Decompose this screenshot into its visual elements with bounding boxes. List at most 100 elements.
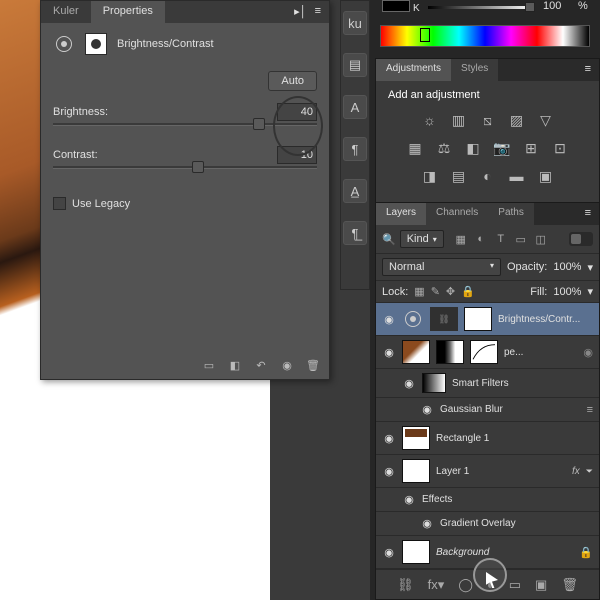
adj-levels-icon[interactable]: ▥ — [449, 111, 469, 129]
tab-adjustments[interactable]: Adjustments — [376, 59, 451, 81]
adj-vibrance-icon[interactable]: ▽ — [536, 111, 556, 129]
k-value[interactable]: 100 — [543, 0, 573, 12]
lock-move-icon[interactable]: ✥ — [446, 285, 455, 298]
layer-brightness-contrast[interactable]: ⛓ Brightness/Contr... — [376, 303, 599, 336]
fg-swatch[interactable] — [382, 0, 410, 12]
adj-bw-icon[interactable]: ◧ — [463, 139, 483, 157]
adj-exposure-icon[interactable]: ▨ — [507, 111, 527, 129]
fx-badge[interactable]: fx — [572, 466, 580, 477]
lock-all-icon[interactable]: 🔒 — [461, 285, 475, 298]
link-icon[interactable]: ⛓ — [430, 307, 458, 331]
k-slider[interactable] — [428, 6, 532, 9]
adj-mixer-icon[interactable]: ⊞ — [521, 139, 541, 157]
tool-kuler-icon[interactable]: ku — [343, 11, 367, 35]
panel-menu-icon[interactable]: ≡ — [315, 5, 321, 19]
lock-brush-icon[interactable]: ✎ — [431, 285, 440, 298]
layer-background[interactable]: Background 🔒 — [376, 536, 599, 569]
contrast-input[interactable] — [277, 146, 317, 164]
tab-kuler[interactable]: Kuler — [41, 1, 91, 23]
eye-icon[interactable] — [382, 545, 396, 559]
opacity-chevron-icon[interactable]: ▾ — [587, 261, 593, 274]
filter-adj-icon[interactable]: ◐ — [474, 232, 488, 246]
fx-chevron-icon[interactable]: ⏷ — [586, 466, 593, 477]
eye-icon[interactable] — [382, 431, 396, 445]
filter-shape-icon[interactable]: ▭ — [514, 232, 528, 246]
adjustment-add-icon[interactable]: ◐ — [487, 577, 495, 592]
filter-toggle[interactable] — [569, 232, 593, 246]
fill-value[interactable]: 100% — [553, 286, 581, 298]
layer-label[interactable]: Rectangle 1 — [436, 433, 593, 444]
contrast-slider[interactable] — [53, 166, 317, 169]
layer-gradient-overlay[interactable]: Gradient Overlay — [376, 512, 599, 536]
adj-hue-icon[interactable]: ▦ — [405, 139, 425, 157]
eye-icon[interactable] — [382, 345, 396, 359]
layer-label[interactable]: Effects — [422, 494, 593, 505]
tool-char-icon[interactable]: A — [343, 95, 367, 119]
fx-menu-icon[interactable]: fx▾ — [428, 577, 445, 593]
new-layer-icon[interactable]: ▣ — [535, 577, 547, 593]
tab-channels[interactable]: Channels — [426, 203, 488, 225]
adj-selective-icon[interactable]: ▣ — [536, 167, 556, 185]
brightness-slider[interactable] — [53, 123, 317, 126]
adj-posterize-icon[interactable]: ▤ — [449, 167, 469, 185]
group-icon[interactable]: ▭ — [509, 577, 521, 593]
tab-layers[interactable]: Layers — [376, 203, 426, 225]
eye-icon[interactable] — [402, 376, 416, 390]
adj-curves-icon[interactable]: ⧅ — [478, 111, 498, 129]
tab-properties[interactable]: Properties — [91, 1, 165, 23]
filter-mask-thumb[interactable] — [470, 340, 498, 364]
contrast-thumb[interactable] — [192, 161, 204, 173]
layer-thumb[interactable] — [422, 373, 446, 393]
delete-layer-icon[interactable]: 🗑 — [561, 577, 578, 593]
layer-smart-filters[interactable]: Smart Filters — [376, 369, 599, 398]
adj-photo-icon[interactable]: 📷 — [492, 139, 512, 157]
brightness-thumb[interactable] — [253, 118, 265, 130]
blend-mode-select[interactable]: Normal — [382, 258, 501, 276]
layer-smart-object[interactable]: pe... ◉ — [376, 336, 599, 369]
link-layers-icon[interactable]: ⛓ — [397, 577, 414, 593]
tool-history-icon[interactable]: ▤ — [343, 53, 367, 77]
mask-add-icon[interactable]: ◯ — [458, 577, 473, 593]
auto-button[interactable]: Auto — [268, 71, 317, 91]
adj-invert-icon[interactable]: ◨ — [420, 167, 440, 185]
lock-icon[interactable]: 🔒 — [579, 546, 593, 559]
tool-parastyle-icon[interactable]: ¶̲ — [343, 221, 367, 245]
layer-mask-thumb[interactable] — [436, 340, 464, 364]
layer-gaussian-blur[interactable]: Gaussian Blur ≡ — [376, 398, 599, 422]
layer-rectangle[interactable]: Rectangle 1 — [376, 422, 599, 455]
adj-brightness-icon[interactable]: ☼ — [420, 111, 440, 129]
brightness-input[interactable] — [277, 103, 317, 121]
adj-menu-icon[interactable]: ≡ — [577, 59, 599, 81]
adj-gradient-icon[interactable]: ▬ — [507, 167, 527, 185]
trash-icon[interactable]: 🗑 — [305, 357, 321, 373]
legacy-checkbox[interactable] — [53, 197, 66, 210]
lock-trans-icon[interactable]: ▦ — [414, 285, 424, 298]
layer-label[interactable]: Brightness/Contr... — [498, 314, 593, 325]
adj-threshold-icon[interactable]: ◐ — [478, 167, 498, 185]
filter-type-icon[interactable]: T — [494, 232, 508, 246]
layer-mask-thumb[interactable] — [464, 307, 492, 331]
spectrum-bar[interactable] — [380, 25, 590, 47]
eye-icon[interactable] — [402, 493, 416, 507]
tab-paths[interactable]: Paths — [488, 203, 534, 225]
tool-paragraph-icon[interactable]: ¶ — [343, 137, 367, 161]
opacity-value[interactable]: 100% — [553, 261, 581, 273]
layers-menu-icon[interactable]: ≡ — [585, 207, 591, 221]
filter-settings-icon[interactable]: ≡ — [587, 404, 593, 416]
layer-label[interactable]: Smart Filters — [452, 378, 593, 389]
mask-icon[interactable] — [85, 33, 107, 55]
filter-search-icon[interactable]: 🔍 — [382, 233, 396, 246]
eye-icon[interactable] — [420, 403, 434, 417]
layer-label[interactable]: Gaussian Blur — [440, 404, 581, 415]
collapse-icon[interactable]: ▸│ — [294, 5, 306, 19]
adj-balance-icon[interactable]: ⚖ — [434, 139, 454, 157]
layer-thumb[interactable] — [402, 426, 430, 450]
layer-label[interactable]: Layer 1 — [436, 466, 566, 477]
eye-icon[interactable] — [420, 517, 434, 531]
adj-lookup-icon[interactable]: ⊡ — [550, 139, 570, 157]
k-slider-thumb[interactable] — [525, 2, 535, 12]
layer-1[interactable]: Layer 1 fx ⏷ — [376, 455, 599, 488]
layer-label[interactable]: Gradient Overlay — [440, 518, 593, 529]
clip-icon[interactable]: ▭ — [201, 357, 217, 373]
layer-label[interactable]: Background — [436, 547, 573, 558]
